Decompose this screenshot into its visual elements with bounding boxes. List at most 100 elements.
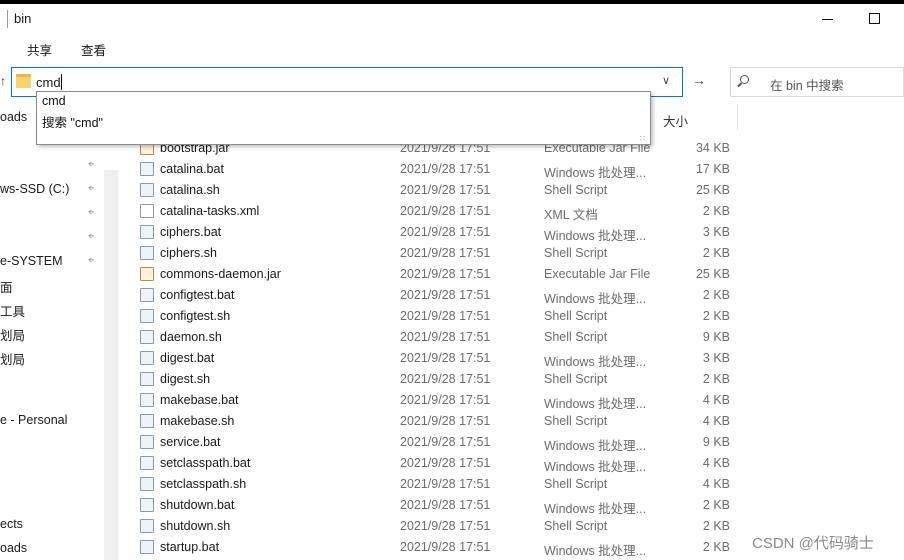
file-date: 2021/9/28 17:51: [400, 498, 491, 512]
xml-file-icon: [140, 204, 154, 218]
file-row[interactable]: setclasspath.bat 2021/9/28 17:51 Windows 批…: [140, 453, 740, 474]
file-name: makebase.sh: [160, 414, 235, 428]
script-file-icon: [140, 246, 154, 260]
file-row[interactable]: shutdown.bat 2021/9/28 17:51 Windows 批处理..…: [140, 495, 740, 516]
nav-up-chevron-icon[interactable]: ↑: [0, 74, 6, 88]
file-row[interactable]: configtest.bat 2021/9/28 17:51 Windows 批处理…: [140, 285, 740, 306]
file-row[interactable]: ciphers.bat 2021/9/28 17:51 Windows 批处理...…: [140, 222, 740, 243]
file-row[interactable]: makebase.bat 2021/9/28 17:51 Windows 批处理..…: [140, 390, 740, 411]
file-row[interactable]: ciphers.sh 2021/9/28 17:51 Shell Script 2 K…: [140, 243, 740, 264]
file-row[interactable]: digest.sh 2021/9/28 17:51 Shell Script 2 KB: [140, 369, 740, 390]
file-row[interactable]: catalina-tasks.xml 2021/9/28 17:51 XML 文档 2…: [140, 201, 740, 222]
file-size: 3 KB: [702, 351, 730, 365]
nav-item-label: ws-SSD (C:): [0, 182, 70, 196]
batch-file-icon: [140, 351, 154, 365]
file-type: Windows 批处理...: [544, 166, 647, 180]
file-row[interactable]: catalina.bat 2021/9/28 17:51 Windows 批处理..…: [140, 159, 740, 180]
file-row[interactable]: commons-daemon.jar 2021/9/28 17:51 Executa…: [140, 264, 740, 285]
nav-item[interactable]: oads: [0, 541, 100, 555]
pin-icon: ⌖: [88, 159, 94, 170]
file-row[interactable]: digest.bat 2021/9/28 17:51 Windows 批处理... 3…: [140, 348, 740, 369]
batch-file-icon: [140, 288, 154, 302]
file-size: 4 KB: [702, 456, 730, 470]
nav-item[interactable]: e-SYSTEM ⌖: [0, 254, 100, 268]
file-row[interactable]: setclasspath.sh 2021/9/28 17:51 Shell Scri…: [140, 474, 740, 495]
suggestion-item[interactable]: 搜索 "cmd": [42, 112, 103, 131]
file-row[interactable]: daemon.sh 2021/9/28 17:51 Shell Script 9 KB: [140, 327, 740, 348]
file-date: 2021/9/28 17:51: [400, 267, 491, 281]
pin-icon: ⌖: [88, 231, 94, 242]
file-type: Shell Script: [544, 330, 608, 344]
file-size: 2 KB: [702, 372, 730, 386]
file-size: 3 KB: [702, 225, 730, 239]
nav-scrollbar[interactable]: [104, 170, 118, 560]
file-size: 2 KB: [702, 204, 730, 218]
file-size: 17 KB: [695, 162, 730, 176]
nav-item-label: e - Personal: [0, 413, 68, 427]
batch-file-icon: [140, 435, 154, 449]
script-file-icon: [140, 414, 154, 428]
file-name: service.bat: [160, 435, 221, 449]
nav-item[interactable]: ects: [0, 517, 100, 531]
file-name: startup.bat: [160, 540, 220, 554]
column-divider[interactable]: [737, 104, 738, 130]
file-size: 2 KB: [702, 519, 730, 533]
nav-item[interactable]: e - Personal: [0, 413, 100, 427]
address-input[interactable]: cmd: [36, 75, 61, 90]
nav-item[interactable]: 工具: [0, 301, 100, 320]
file-name: catalina-tasks.xml: [160, 204, 260, 218]
file-size: 2 KB: [702, 288, 730, 302]
batch-file-icon: [140, 456, 154, 470]
file-row[interactable]: startup.bat 2021/9/28 17:51 Windows 批处理...…: [140, 537, 740, 558]
file-name: setclasspath.sh: [160, 477, 247, 491]
file-date: 2021/9/28 17:51: [400, 309, 491, 323]
nav-item-label: 划局: [0, 353, 26, 367]
file-name: configtest.sh: [160, 309, 231, 323]
file-date: 2021/9/28 17:51: [400, 477, 491, 491]
maximize-icon[interactable]: [869, 13, 880, 24]
file-name: daemon.sh: [160, 330, 222, 344]
batch-file-icon: [140, 162, 154, 176]
address-history-chevron-down-icon[interactable]: ∨: [662, 74, 670, 87]
title-separator: [7, 10, 8, 28]
file-name: digest.bat: [160, 351, 215, 365]
text-caret: [61, 74, 62, 90]
resize-grip-icon[interactable]: ∷: [640, 134, 645, 143]
file-name: configtest.bat: [160, 288, 235, 302]
nav-item-label: 工具: [0, 305, 26, 319]
minimize-icon[interactable]: [822, 19, 833, 20]
file-row[interactable]: service.bat 2021/9/28 17:51 Windows 批处理...…: [140, 432, 740, 453]
file-row[interactable]: makebase.sh 2021/9/28 17:51 Shell Script 4 …: [140, 411, 740, 432]
file-row[interactable]: catalina.sh 2021/9/28 17:51 Shell Script 25…: [140, 180, 740, 201]
pin-icon: ⌖: [88, 183, 94, 194]
file-date: 2021/9/28 17:51: [400, 162, 491, 176]
batch-file-icon: [140, 540, 154, 554]
file-date: 2021/9/28 17:51: [400, 393, 491, 407]
nav-item[interactable]: 划局: [0, 349, 100, 368]
suggestion-item[interactable]: cmd: [42, 94, 66, 108]
go-arrow-icon[interactable]: →: [692, 72, 706, 88]
file-date: 2021/9/28 17:51: [400, 351, 491, 365]
file-type: Windows 批处理...: [544, 439, 647, 453]
file-size: 2 KB: [702, 309, 730, 323]
file-size: 9 KB: [702, 330, 730, 344]
address-suggestions-dropdown: [36, 91, 651, 145]
search-icon: [740, 75, 749, 84]
nav-item[interactable]: 面: [0, 277, 100, 296]
file-type: Windows 批处理...: [544, 397, 647, 411]
script-file-icon: [140, 519, 154, 533]
column-header-size[interactable]: 大小: [663, 111, 688, 130]
nav-item[interactable]: ws-SSD (C:) ⌖: [0, 182, 100, 196]
file-row[interactable]: shutdown.sh 2021/9/28 17:51 Shell Script 2 …: [140, 516, 740, 537]
file-row[interactable]: configtest.sh 2021/9/28 17:51 Shell Script…: [140, 306, 740, 327]
file-type: Windows 批处理...: [544, 355, 647, 369]
file-type: Windows 批处理...: [544, 502, 647, 516]
tab-share[interactable]: 共享: [27, 40, 52, 59]
file-type: Shell Script: [544, 309, 608, 323]
file-type: Shell Script: [544, 519, 608, 533]
nav-item[interactable]: 划局: [0, 325, 100, 344]
script-file-icon: [140, 477, 154, 491]
tab-view[interactable]: 查看: [81, 40, 106, 59]
search-input[interactable]: 在 bin 中搜索: [770, 75, 844, 94]
file-type: Windows 批处理...: [544, 544, 647, 558]
